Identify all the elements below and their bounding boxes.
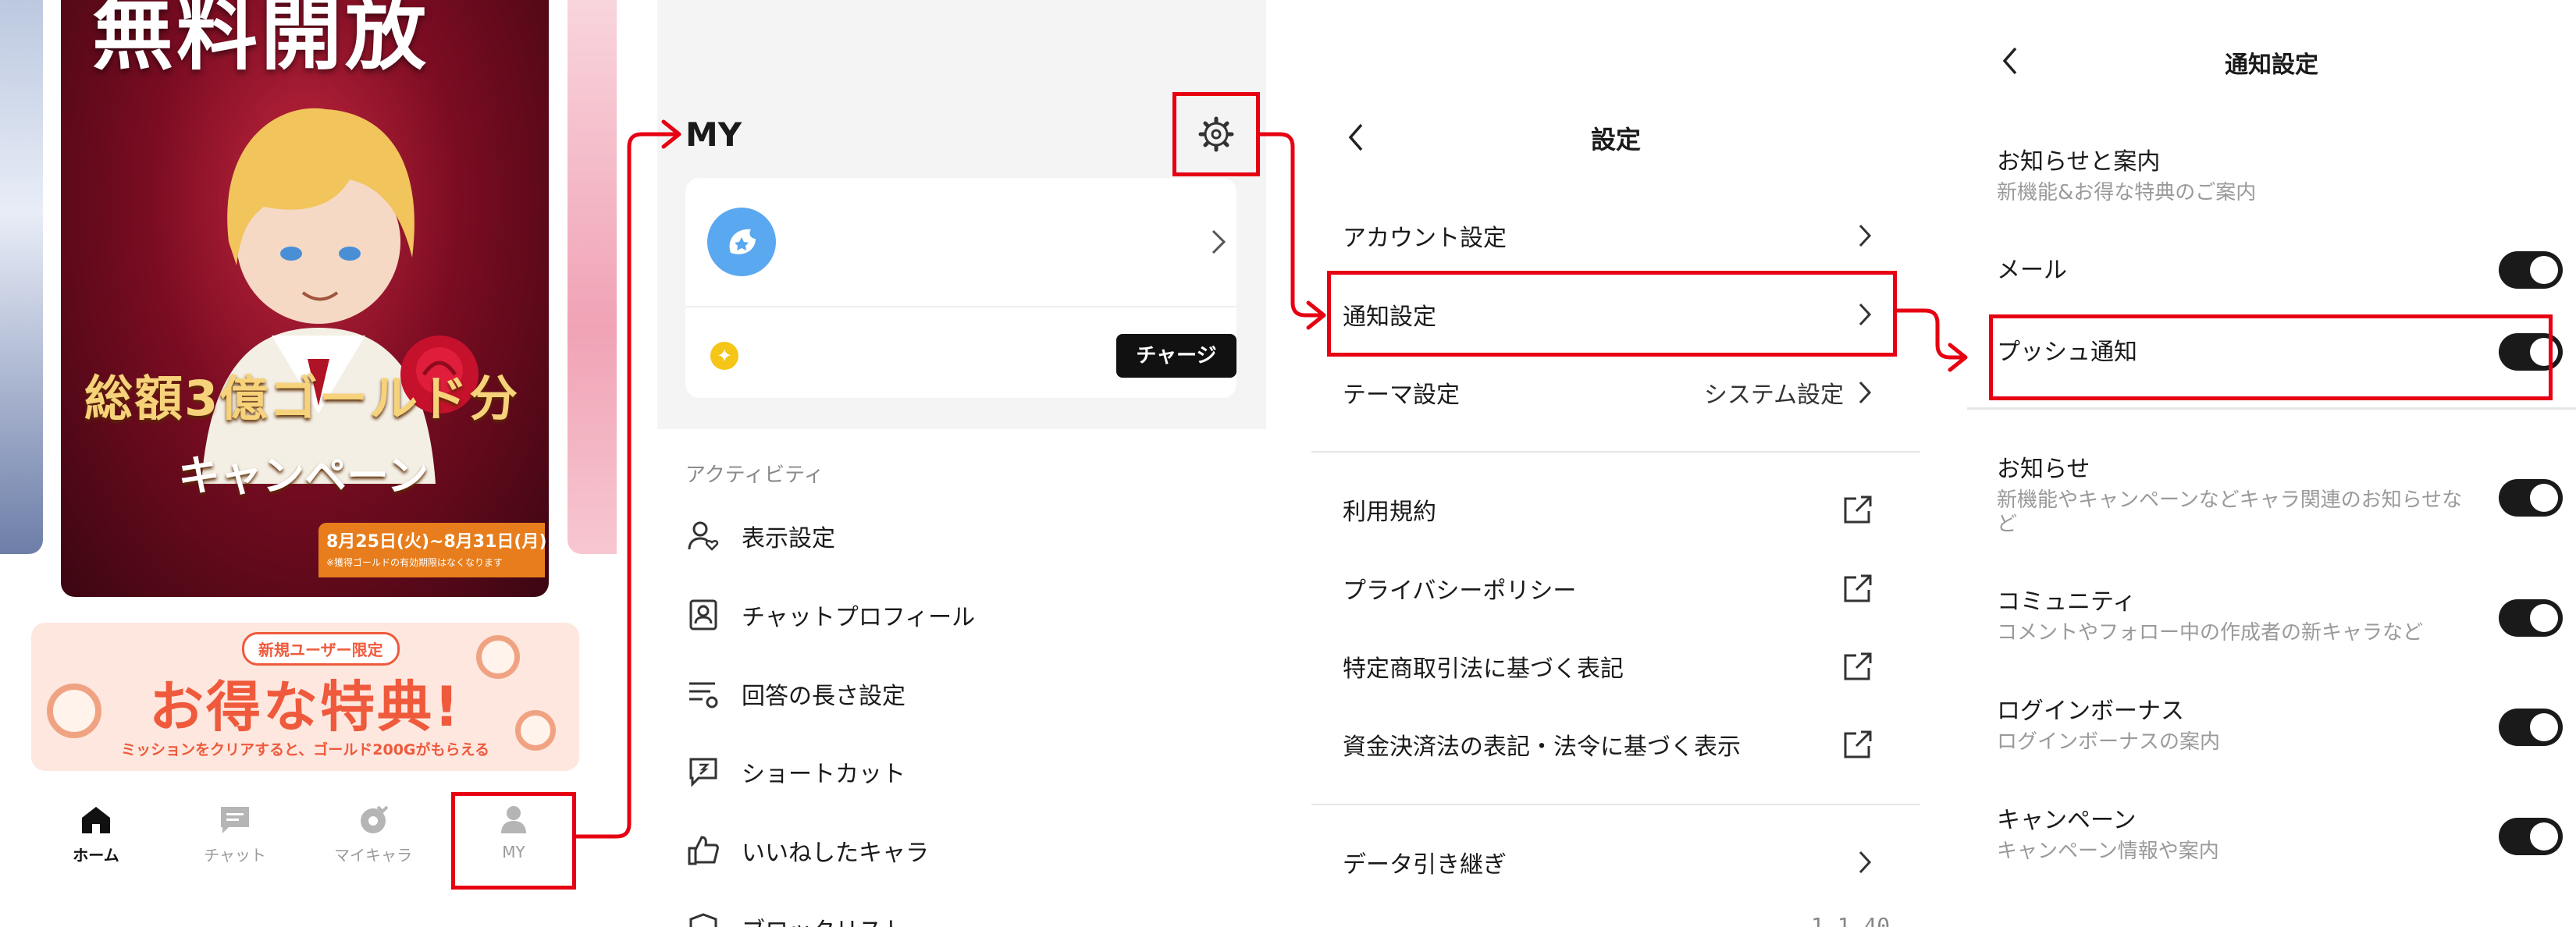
arrow-2 [1258,132,1325,318]
arrow-3 [1895,308,1965,360]
flow-arrows [574,119,1968,839]
arrow-1 [574,132,680,839]
